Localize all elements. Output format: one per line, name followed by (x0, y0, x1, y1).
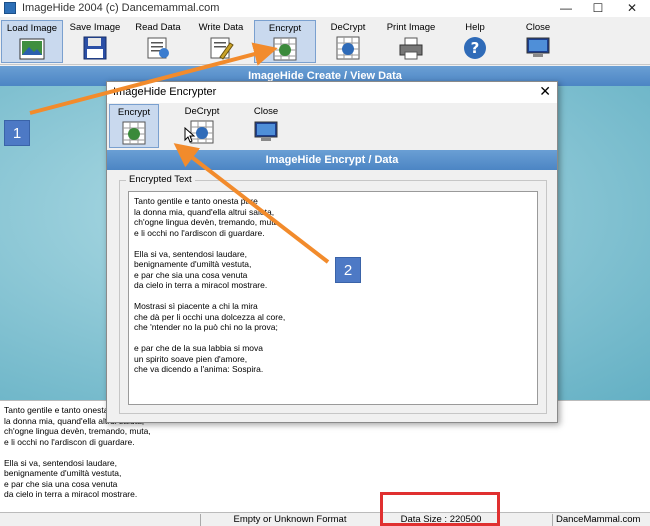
decrypt-button[interactable]: DeCrypt (317, 20, 379, 63)
dialog-close-label: Close (253, 106, 279, 117)
dialog-title: ImageHide Encrypter (113, 86, 217, 98)
read-data-label: Read Data (135, 22, 181, 33)
dialog-toolbar: Encrypt DeCrypt Close (107, 103, 557, 150)
close-button[interactable]: Close (507, 20, 569, 63)
mouse-cursor-icon (184, 127, 196, 143)
dialog-close-button[interactable]: Close (241, 104, 291, 148)
encrypter-dialog: ImageHide Encrypter ✕ Encrypt DeCrypt Cl… (106, 81, 558, 423)
svg-text:?: ? (471, 39, 480, 57)
save-image-label: Save Image (69, 22, 121, 33)
annotation-badge-2: 2 (335, 257, 361, 283)
status-separator (552, 514, 553, 526)
dialog-encrypt-label: Encrypt (117, 107, 151, 118)
load-image-button[interactable]: Load Image (1, 20, 63, 63)
read-data-button[interactable]: Read Data (127, 20, 189, 63)
load-image-icon (19, 38, 45, 60)
status-website: DanceMammal.com (556, 514, 641, 525)
help-icon: ? (464, 37, 486, 59)
close-window-button[interactable]: ✕ (618, 0, 646, 16)
help-label: Help (465, 22, 485, 33)
dialog-decrypt-label: DeCrypt (184, 106, 220, 117)
decrypt-label: DeCrypt (330, 22, 366, 33)
dialog-encrypt-button[interactable]: Encrypt (109, 104, 159, 148)
print-image-button[interactable]: Print Image (380, 20, 442, 63)
encrypt-icon (122, 121, 146, 145)
encrypted-text-input[interactable]: Tanto gentile e tanto onesta pare la don… (128, 191, 538, 405)
dialog-section-header: ImageHide Encrypt / Data (107, 150, 557, 170)
title-bar: ImageHide 2004 (c) Dancemammal.com — ☐ ✕ (0, 0, 650, 17)
encrypted-text-label: Encrypted Text (126, 174, 195, 185)
close-monitor-icon (526, 37, 550, 57)
save-image-button[interactable]: Save Image (64, 20, 126, 63)
encrypt-label: Encrypt (268, 23, 302, 34)
encrypt-button[interactable]: Encrypt (254, 20, 316, 63)
printer-icon (399, 37, 423, 60)
floppy-disk-icon (83, 36, 107, 60)
load-image-label: Load Image (6, 23, 58, 34)
status-bar: Empty or Unknown Format Data Size : 2205… (0, 512, 650, 526)
annotation-badge-1: 1 (4, 120, 30, 146)
minimize-button[interactable]: — (552, 0, 580, 16)
close-label: Close (525, 22, 551, 33)
help-button[interactable]: Help ? (444, 20, 506, 63)
close-monitor-icon (254, 121, 278, 141)
decrypt-icon (336, 36, 360, 60)
status-format: Empty or Unknown Format (233, 514, 347, 525)
window-title: ImageHide 2004 (c) Dancemammal.com (22, 2, 220, 14)
dialog-title-bar: ImageHide Encrypter ✕ (107, 82, 557, 103)
maximize-button[interactable]: ☐ (584, 0, 612, 16)
write-data-icon (210, 37, 234, 60)
app-icon (4, 2, 16, 14)
read-data-icon (147, 37, 169, 59)
encrypt-icon (273, 37, 297, 61)
print-image-label: Print Image (386, 22, 436, 33)
data-size-highlight-box (380, 492, 500, 526)
write-data-button[interactable]: Write Data (190, 20, 252, 63)
dialog-close-icon[interactable]: ✕ (539, 83, 551, 100)
encrypted-text-group: Encrypted Text Tanto gentile e tanto one… (119, 174, 547, 414)
write-data-label: Write Data (198, 22, 244, 33)
main-toolbar: Load Image Save Image Read Data Write Da… (0, 18, 650, 65)
